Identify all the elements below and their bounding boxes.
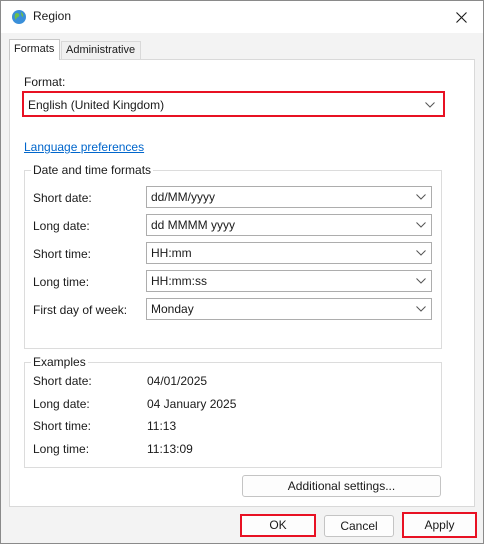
example-long-date-value: 04 January 2025 [147,397,237,411]
long-time-dropdown[interactable]: HH:mm:ss [146,270,432,292]
example-long-time-label: Long time: [33,442,90,456]
ok-button[interactable]: OK [240,514,316,537]
long-time-label: Long time: [33,275,90,289]
cancel-button[interactable]: Cancel [324,515,394,537]
short-date-value: dd/MM/yyyy [151,190,216,204]
first-day-of-week-label: First day of week: [33,303,128,317]
short-date-label: Short date: [33,191,92,205]
chevron-down-icon [416,222,426,228]
tab-administrative[interactable]: Administrative [61,41,141,59]
close-button[interactable] [439,1,483,33]
long-time-value: HH:mm:ss [151,274,207,288]
apply-button[interactable]: Apply [402,512,477,538]
close-icon [455,11,467,23]
example-short-date-label: Short date: [33,374,92,388]
example-long-date-label: Long date: [33,397,90,411]
tab-formats[interactable]: Formats [9,39,60,60]
example-short-time-value: 11:13 [147,419,177,433]
long-date-value: dd MMMM yyyy [151,218,235,232]
first-day-of-week-value: Monday [151,302,194,316]
format-label: Format: [24,75,66,89]
additional-settings-button[interactable]: Additional settings... [242,475,441,497]
globe-icon [12,10,26,24]
format-dropdown[interactable]: English (United Kingdom) [22,91,445,117]
short-date-dropdown[interactable]: dd/MM/yyyy [146,186,432,208]
chevron-down-icon [416,250,426,256]
format-value: English (United Kingdom) [28,98,165,112]
chevron-down-icon [416,278,426,284]
example-short-date-value: 04/01/2025 [147,374,208,388]
chevron-down-icon [425,102,435,108]
title-bar: Region [1,1,483,33]
chevron-down-icon [416,194,426,200]
group-title: Date and time formats [31,163,154,177]
short-time-value: HH:mm [151,246,192,260]
first-day-of-week-dropdown[interactable]: Monday [146,298,432,320]
short-time-label: Short time: [33,247,92,261]
long-date-dropdown[interactable]: dd MMMM yyyy [146,214,432,236]
language-preferences-link[interactable]: Language preferences [24,140,144,154]
region-dialog: Region Formats Administrative Format: En… [0,0,484,544]
example-long-time-value: 11:13:09 [147,442,193,456]
long-date-label: Long date: [33,219,90,233]
example-short-time-label: Short time: [33,419,92,433]
group-title: Examples [31,355,88,369]
window-title: Region [33,9,72,23]
short-time-dropdown[interactable]: HH:mm [146,242,432,264]
chevron-down-icon [416,306,426,312]
